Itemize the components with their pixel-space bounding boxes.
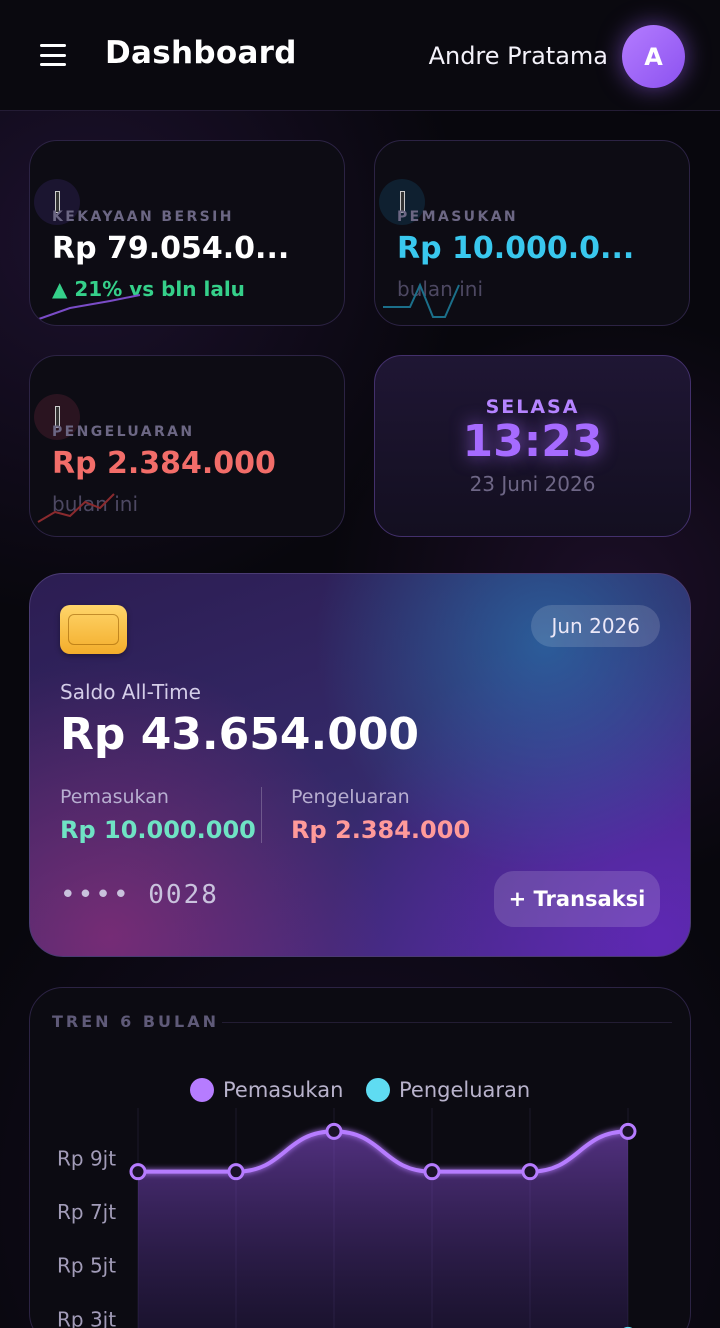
page-title: Dashboard bbox=[105, 35, 297, 71]
flow-divider bbox=[261, 787, 262, 843]
balance-expense-value: Rp 2.384.000 bbox=[291, 816, 471, 844]
legend-label-1[interactable]: Pengeluaran bbox=[399, 1078, 530, 1102]
balance-label: Saldo All-Time bbox=[60, 680, 201, 704]
y-tick-label: Rp 7jt bbox=[57, 1200, 116, 1224]
income-sparkline bbox=[383, 282, 460, 318]
net-worth-sparkline bbox=[35, 294, 140, 321]
balance-income-label: Pemasukan bbox=[60, 786, 169, 808]
balance-card: Jun 2026 Saldo All-Time Rp 43.654.000 Pe… bbox=[29, 573, 691, 957]
legend-swatch-0[interactable] bbox=[190, 1078, 214, 1102]
data-point[interactable] bbox=[325, 1122, 343, 1140]
net-worth-value: Rp 79.054.0... bbox=[52, 231, 290, 266]
balance-expense-label: Pengeluaran bbox=[291, 786, 410, 808]
balance-income-value: Rp 10.000.000 bbox=[60, 816, 256, 844]
expense-label: PENGELUARAN bbox=[52, 424, 195, 440]
card-number: •••• 0028 bbox=[60, 880, 219, 910]
expense-value: Rp 2.384.000 bbox=[52, 446, 276, 481]
data-point[interactable] bbox=[619, 1122, 637, 1140]
clock-date: 23 Juni 2026 bbox=[469, 472, 596, 496]
balance-expense: Pengeluaran Rp 2.384.000 bbox=[291, 786, 470, 844]
user-name[interactable]: Andre Pratama bbox=[429, 42, 608, 70]
data-point[interactable] bbox=[521, 1163, 539, 1181]
income-card[interactable]: PEMASUKAN Rp 10.000.0... bulan ini bbox=[374, 140, 690, 326]
clock-time: 13:23 bbox=[462, 416, 603, 467]
month-badge[interactable]: Jun 2026 bbox=[531, 605, 660, 647]
legend-swatch-1[interactable] bbox=[366, 1078, 390, 1102]
trend-chart: Pemasukan Pengeluaran Rp 9jt Rp 7jt Rp 5jt R… bbox=[57, 1078, 637, 1328]
data-point[interactable] bbox=[423, 1163, 441, 1181]
add-transaction-button[interactable]: + Transaksi bbox=[494, 871, 660, 927]
balance-income: Pemasukan Rp 10.000.000 bbox=[60, 786, 256, 844]
data-point[interactable] bbox=[129, 1163, 147, 1181]
avatar[interactable]: A bbox=[622, 25, 685, 88]
card-chip-icon bbox=[60, 605, 127, 654]
net-worth-card[interactable]: KEKAYAAN BERSIH Rp 79.054.0... ▲ 21% vs … bbox=[29, 140, 345, 326]
balance-value: Rp 43.654.000 bbox=[60, 709, 420, 760]
clock-card: SELASA 13:23 23 Juni 2026 bbox=[374, 355, 691, 537]
app-header: Dashboard Andre Pratama A bbox=[0, 0, 720, 111]
income-value: Rp 10.000.0... bbox=[397, 231, 635, 266]
legend-label-0[interactable]: Pemasukan bbox=[223, 1078, 343, 1102]
y-tick-label: Rp 5jt bbox=[57, 1254, 116, 1278]
expense-sparkline bbox=[37, 493, 115, 523]
income-label: PEMASUKAN bbox=[397, 209, 519, 225]
series-area-0 bbox=[138, 1131, 628, 1328]
clock-day: SELASA bbox=[485, 396, 580, 418]
menu-icon[interactable] bbox=[40, 44, 66, 66]
y-tick-label: Rp 3jt bbox=[57, 1307, 116, 1328]
data-point[interactable] bbox=[227, 1163, 245, 1181]
y-tick-label: Rp 9jt bbox=[57, 1146, 116, 1170]
expense-card[interactable]: PENGELUARAN Rp 2.384.000 bulan ini bbox=[29, 355, 345, 537]
trend-card: TREN 6 BULAN Pemasukan Pengeluaran Rp 9jt… bbox=[29, 987, 691, 1328]
net-worth-label: KEKAYAAN BERSIH bbox=[52, 209, 234, 225]
